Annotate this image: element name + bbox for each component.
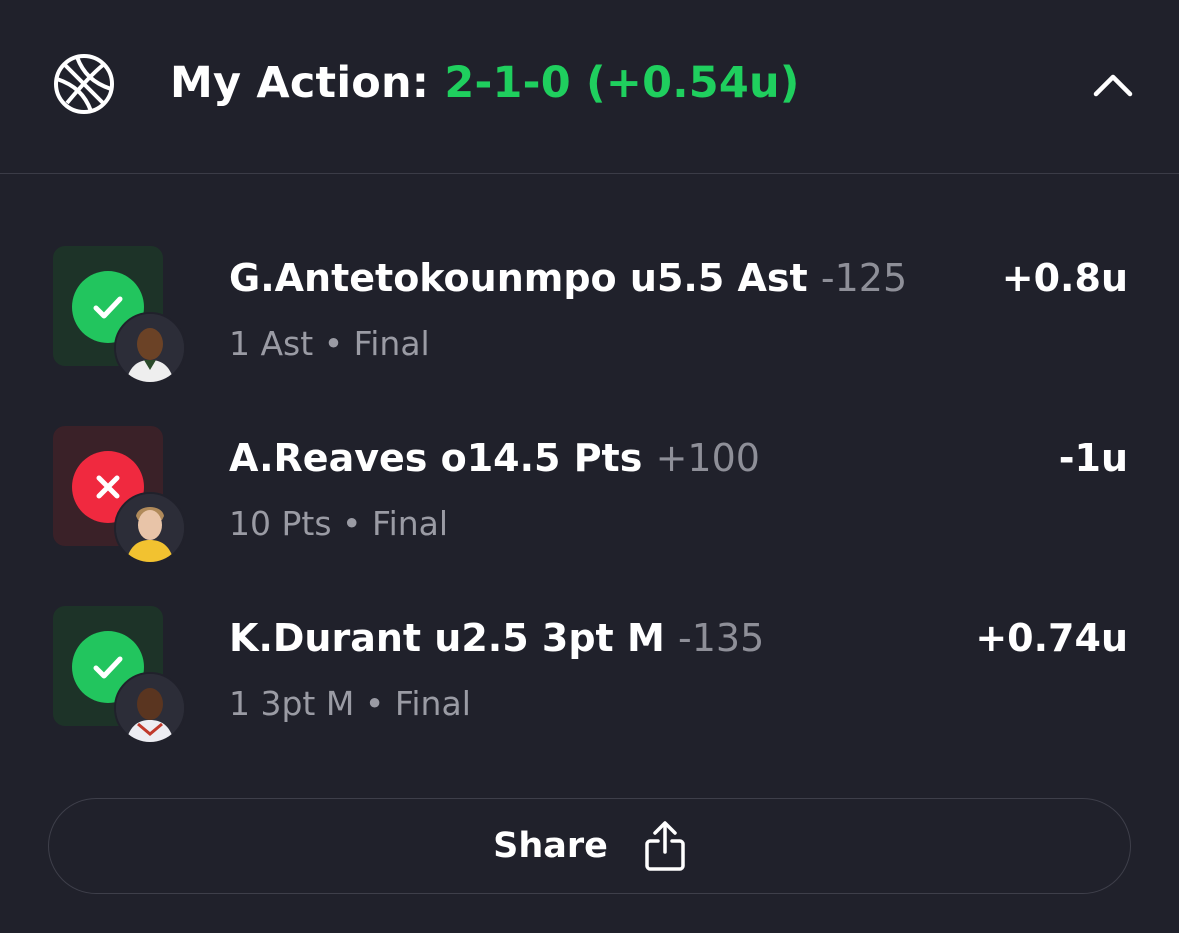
bet-title: K.Durant u2.5 3pt M -135 — [229, 616, 764, 660]
card-header[interactable]: My Action: 2-1-0 (+0.54u) — [0, 0, 1179, 174]
share-label: Share — [493, 826, 608, 866]
x-mark-icon — [96, 475, 120, 499]
header-title: My Action: 2-1-0 (+0.54u) — [170, 58, 800, 108]
bet-stat: 1 Ast — [229, 324, 314, 363]
bet-state: Final — [371, 504, 449, 543]
chevron-up-icon[interactable] — [1088, 64, 1138, 104]
bet-odds: +100 — [655, 436, 760, 480]
share-icon — [645, 821, 685, 871]
title-prefix: My Action: — [170, 58, 445, 108]
bet-row[interactable]: G.Antetokounmpo u5.5 Ast -125 1 Ast • Fi… — [0, 246, 1179, 386]
bet-stat: 1 3pt M — [229, 684, 355, 723]
bet-result: -1u — [1058, 436, 1128, 480]
player-avatar — [114, 492, 186, 564]
share-button[interactable]: Share — [48, 798, 1131, 894]
basketball-icon — [54, 54, 114, 114]
bet-name: A.Reaves o14.5 Pts — [229, 436, 643, 480]
bet-subtitle: 1 Ast • Final — [229, 324, 430, 363]
checkmark-icon — [93, 296, 123, 319]
bet-result: +0.74u — [975, 616, 1128, 660]
bet-result: +0.8u — [1001, 256, 1128, 300]
bet-state: Final — [353, 324, 430, 363]
bet-odds: -125 — [820, 256, 908, 300]
record-summary: 2-1-0 (+0.54u) — [444, 58, 800, 108]
player-avatar — [114, 312, 186, 384]
separator-dot: • — [342, 504, 362, 543]
checkmark-icon — [93, 656, 123, 679]
bet-stat: 10 Pts — [229, 504, 332, 543]
bet-row[interactable]: A.Reaves o14.5 Pts +100 10 Pts • Final -… — [0, 426, 1179, 566]
bet-odds: -135 — [678, 616, 765, 660]
player-avatar — [114, 672, 186, 744]
separator-dot: • — [364, 684, 385, 723]
bet-subtitle: 10 Pts • Final — [229, 504, 448, 543]
bet-title: G.Antetokounmpo u5.5 Ast -125 — [229, 256, 907, 300]
my-action-card: My Action: 2-1-0 (+0.54u) G.Antetokounmp… — [0, 0, 1179, 933]
bet-state: Final — [394, 684, 471, 723]
bet-name: K.Durant u2.5 3pt M — [229, 616, 665, 660]
separator-dot: • — [323, 324, 344, 363]
bet-subtitle: 1 3pt M • Final — [229, 684, 471, 723]
bet-title: A.Reaves o14.5 Pts +100 — [229, 436, 760, 480]
bet-name: G.Antetokounmpo u5.5 Ast — [229, 256, 808, 300]
bet-row[interactable]: K.Durant u2.5 3pt M -135 1 3pt M • Final… — [0, 606, 1179, 746]
